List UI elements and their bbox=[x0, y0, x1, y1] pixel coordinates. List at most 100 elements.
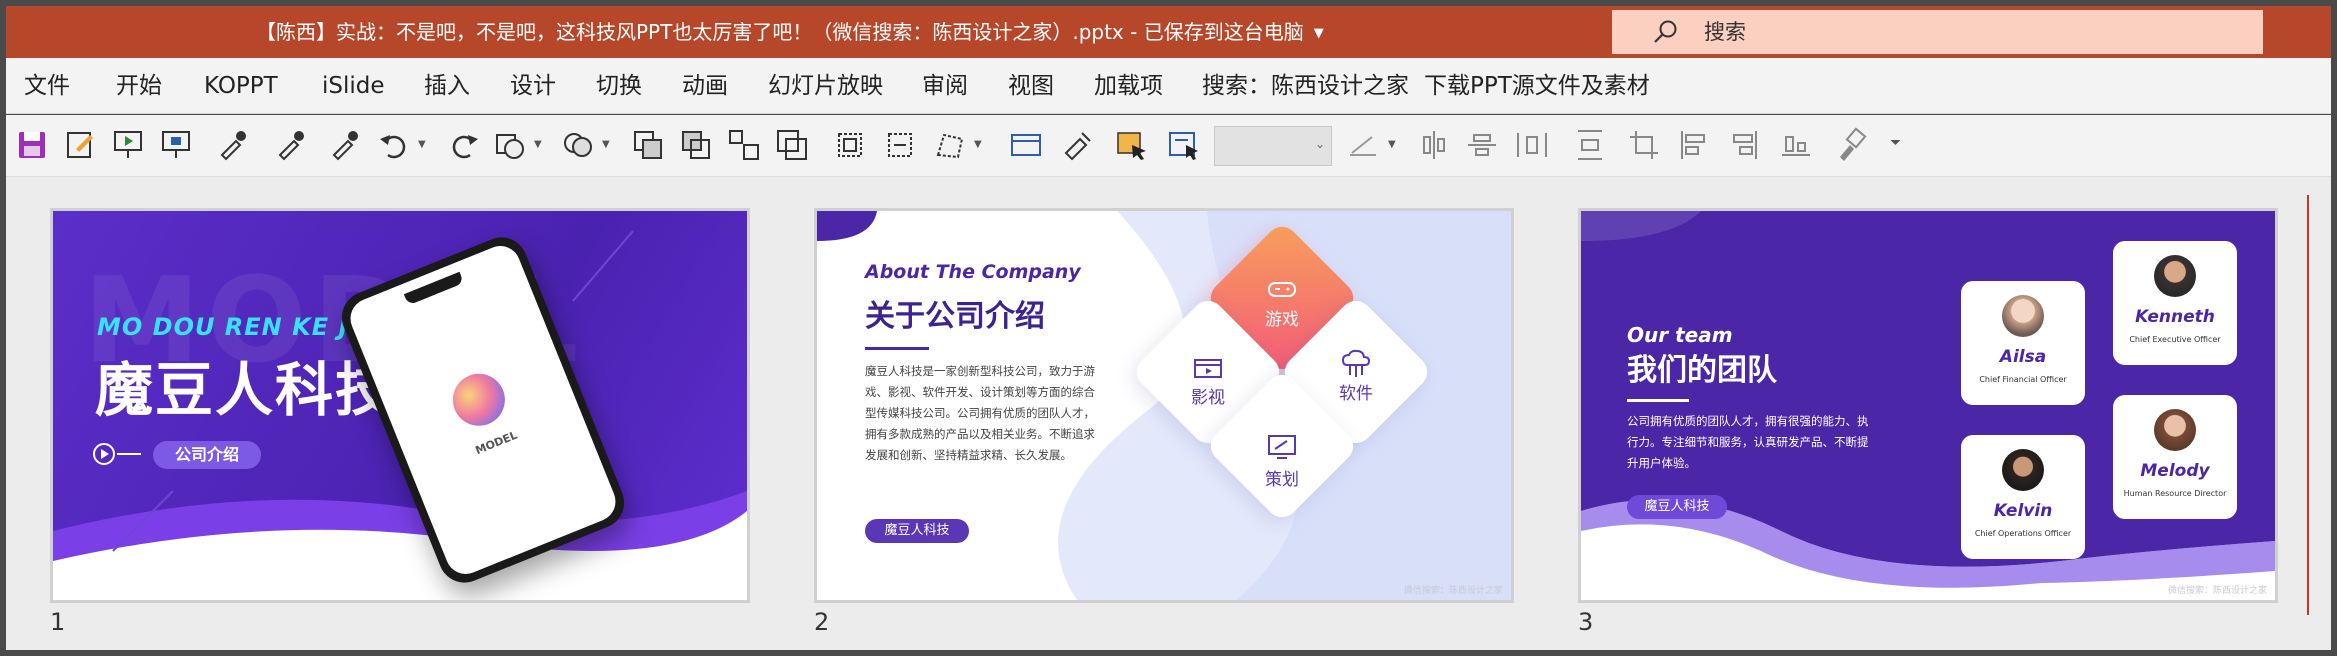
menu-view[interactable]: 视图 bbox=[1008, 58, 1054, 114]
slide-3-tag: 魔豆人科技 bbox=[1627, 495, 1727, 519]
title-bar: 【陈西】实战：不是吧，不是吧，这科技风PPT也太厉害了吧！（微信搜索：陈西设计之… bbox=[6, 6, 2331, 58]
undo-dropdown-icon[interactable]: ▼ bbox=[418, 139, 426, 150]
slide-2-tag: 魔豆人科技 bbox=[865, 519, 969, 543]
slide-number-3: 3 bbox=[1578, 608, 1594, 636]
edit-shape-dropdown-icon[interactable]: ▼ bbox=[974, 139, 982, 150]
menu-slideshow[interactable]: 幻灯片放映 bbox=[768, 58, 883, 114]
chevron-down-icon[interactable]: ⌄ bbox=[1315, 137, 1325, 151]
save-icon[interactable] bbox=[14, 127, 50, 163]
slide-1-canvas: MODEL MO DOU REN KE JI 魔豆人科技 公司介绍 MODEL bbox=[53, 211, 747, 600]
customize-toolbar-icon[interactable]: ⏷ bbox=[1890, 135, 1901, 151]
member-name: Kenneth bbox=[2135, 307, 2215, 327]
menu-koppt[interactable]: KOPPT bbox=[204, 58, 278, 114]
merge-dropdown-icon[interactable]: ▼ bbox=[602, 139, 610, 150]
send-backward-icon[interactable] bbox=[678, 127, 714, 163]
align-bottom-icon[interactable] bbox=[1778, 127, 1814, 163]
eyedropper-icon[interactable] bbox=[214, 127, 250, 163]
slide-thumbnail-3[interactable]: Our team 我们的团队 公司拥有优质的团队人才，拥有很强的能力、执行力。专… bbox=[1578, 208, 2278, 603]
member-role: Chief Operations Officer bbox=[1974, 529, 2072, 538]
divider bbox=[865, 347, 929, 350]
insert-textbox-cursor-icon[interactable] bbox=[1166, 127, 1202, 163]
present-from-start-icon[interactable] bbox=[110, 127, 146, 163]
format-painter-icon[interactable] bbox=[1060, 127, 1096, 163]
member-role: Chief Executive Officer bbox=[2129, 335, 2221, 344]
avatar bbox=[2002, 449, 2044, 491]
merge-shapes-icon[interactable] bbox=[560, 127, 596, 163]
paint-brush-icon[interactable] bbox=[1832, 127, 1868, 163]
shape-fill-icon[interactable] bbox=[492, 127, 528, 163]
slide-thumbnail-2[interactable]: About The Company 关于公司介绍 魔豆人科技是一家创新型科技公司… bbox=[814, 208, 1514, 603]
search-box[interactable]: 搜索 bbox=[1612, 10, 2263, 54]
crop-icon[interactable] bbox=[1626, 127, 1662, 163]
member-card-kenneth: Kenneth Chief Executive Officer bbox=[2113, 241, 2237, 365]
slide-3-canvas: Our team 我们的团队 公司拥有优质的团队人才，拥有很强的能力、执行力。专… bbox=[1581, 211, 2275, 600]
document-title[interactable]: 【陈西】实战：不是吧，不是吧，这科技风PPT也太厉害了吧！（微信搜索：陈西设计之… bbox=[256, 6, 1324, 58]
undo-icon[interactable] bbox=[376, 127, 412, 163]
present-current-icon[interactable] bbox=[158, 127, 194, 163]
insert-picture-icon[interactable] bbox=[1114, 127, 1150, 163]
app-logo-icon bbox=[445, 365, 513, 434]
slide-1-title: 魔豆人科技 bbox=[95, 356, 396, 424]
slide-number-1: 1 bbox=[50, 608, 66, 636]
rotate-dropdown-icon[interactable]: ▼ bbox=[1388, 139, 1396, 150]
slide-thumbnail-1[interactable]: MODEL MO DOU REN KE JI 魔豆人科技 公司介绍 MODEL bbox=[50, 208, 750, 603]
avatar bbox=[2154, 409, 2196, 451]
group-icon[interactable] bbox=[726, 127, 762, 163]
menu-addins[interactable]: 加载项 bbox=[1094, 58, 1163, 114]
bring-forward-icon[interactable] bbox=[630, 127, 666, 163]
align-middle-icon[interactable] bbox=[1464, 127, 1500, 163]
select-frame-icon[interactable] bbox=[832, 127, 868, 163]
menu-transitions[interactable]: 切换 bbox=[596, 58, 642, 114]
save-as-icon[interactable] bbox=[62, 127, 98, 163]
member-card-melody: Melody Human Resource Director bbox=[2113, 395, 2237, 519]
rotate-icon[interactable] bbox=[1346, 127, 1382, 163]
font-size-select[interactable]: ⌄ bbox=[1214, 126, 1332, 166]
menu-islide[interactable]: iSlide bbox=[322, 58, 385, 114]
eyedropper-fill-icon[interactable] bbox=[272, 127, 308, 163]
ribbon-menu-bar: 文件 开始 KOPPT iSlide 插入 设计 切换 动画 幻灯片放映 审阅 … bbox=[6, 58, 2331, 114]
menu-design[interactable]: 设计 bbox=[510, 58, 556, 114]
slide-1-tagline: MO DOU REN KE JI bbox=[97, 313, 359, 341]
menu-home[interactable]: 开始 bbox=[116, 58, 162, 114]
member-card-kelvin: Kelvin Chief Operations Officer bbox=[1961, 435, 2085, 559]
menu-download[interactable]: 下载PPT源文件及素材 bbox=[1424, 58, 1650, 114]
redo-icon[interactable] bbox=[446, 127, 482, 163]
menu-file[interactable]: 文件 bbox=[24, 58, 70, 114]
document-title-text: 【陈西】实战：不是吧，不是吧，这科技风PPT也太厉害了吧！（微信搜索：陈西设计之… bbox=[256, 20, 1304, 44]
member-role: Human Resource Director bbox=[2123, 489, 2227, 498]
member-card-ailsa: Ailsa Chief Financial Officer bbox=[1961, 281, 2085, 405]
vertical-scrollbar[interactable] bbox=[2307, 195, 2309, 615]
crop-frame-icon[interactable] bbox=[882, 127, 918, 163]
text-box-icon[interactable] bbox=[1008, 127, 1044, 163]
slide-3-heading-en: Our team bbox=[1627, 323, 1733, 347]
tile-plan-label: 策划 bbox=[1265, 470, 1299, 490]
search-icon bbox=[1654, 20, 1677, 43]
arrow-line bbox=[117, 453, 141, 455]
align-right-icon[interactable] bbox=[1726, 127, 1762, 163]
slide-2-watermark: 微信搜索：陈西设计之家 bbox=[1403, 586, 1503, 596]
menu-animations[interactable]: 动画 bbox=[682, 58, 728, 114]
menu-review[interactable]: 审阅 bbox=[922, 58, 968, 114]
shape-fill-dropdown-icon[interactable]: ▼ bbox=[534, 139, 542, 150]
slide-2-canvas: About The Company 关于公司介绍 魔豆人科技是一家创新型科技公司… bbox=[817, 211, 1511, 600]
align-left-icon[interactable] bbox=[1676, 127, 1712, 163]
slide-1-button: 公司介绍 bbox=[153, 441, 261, 469]
chevron-down-icon[interactable]: ▼ bbox=[1314, 26, 1324, 41]
slide-number-2: 2 bbox=[814, 608, 830, 636]
eyedropper-line-icon[interactable] bbox=[326, 127, 362, 163]
distribute-v-icon[interactable] bbox=[1572, 127, 1608, 163]
menu-search-designer[interactable]: 搜索：陈西设计之家 bbox=[1202, 58, 1409, 114]
align-center-v-icon[interactable] bbox=[1416, 127, 1452, 163]
menu-insert[interactable]: 插入 bbox=[424, 58, 470, 114]
cloud-network-icon bbox=[1341, 349, 1371, 377]
slide-3-body: 公司拥有优质的团队人才，拥有很强的能力、执行力。专注细节和服务，认真研发产品、不… bbox=[1627, 414, 1869, 470]
member-role: Chief Financial Officer bbox=[1979, 375, 2067, 384]
avatar bbox=[2154, 255, 2196, 297]
search-placeholder: 搜索 bbox=[1704, 20, 1746, 44]
slide-2-body: 魔豆人科技是一家创新型科技公司，致力于游戏、影视、软件开发、设计策划等方面的综合… bbox=[865, 364, 1095, 462]
edit-shape-icon[interactable] bbox=[932, 127, 968, 163]
distribute-h-icon[interactable] bbox=[1514, 127, 1550, 163]
ungroup-icon[interactable] bbox=[774, 127, 810, 163]
play-circle-icon bbox=[93, 443, 115, 465]
slide-2-heading-cn: 关于公司介绍 bbox=[865, 299, 1045, 334]
